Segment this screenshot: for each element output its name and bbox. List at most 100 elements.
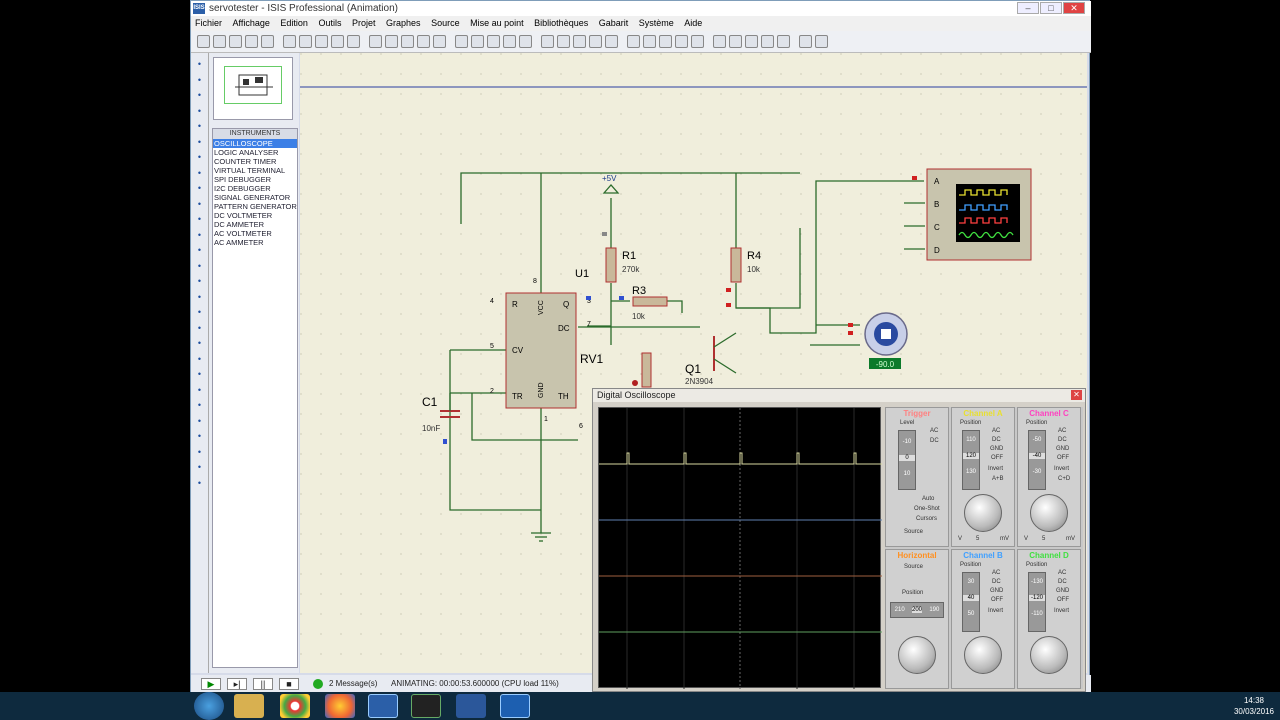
line-icon[interactable]: • (194, 292, 205, 302)
goto-sheet-icon[interactable] (761, 35, 774, 48)
make-device-icon[interactable] (627, 35, 640, 48)
trigger-oneshot-label[interactable]: One-Shot (914, 506, 940, 512)
channel-a-invert-label[interactable]: Invert (988, 466, 1003, 472)
channel-b-volts-knob[interactable] (964, 636, 1002, 674)
path-icon[interactable]: • (194, 354, 205, 364)
arc-icon[interactable]: • (194, 338, 205, 348)
menu-graphes[interactable]: Graphes (382, 16, 425, 31)
channel-b-dc-label[interactable]: DC (992, 579, 1001, 585)
save-file-icon[interactable] (229, 35, 242, 48)
import-icon[interactable] (245, 35, 258, 48)
junction-icon[interactable]: • (194, 90, 205, 100)
channel-c-invert-label[interactable]: Invert (1054, 466, 1069, 472)
channel-d-volts-knob[interactable] (1030, 636, 1068, 674)
channel-a-dc-label[interactable]: DC (992, 437, 1001, 443)
channel-b-invert-label[interactable]: Invert (988, 608, 1003, 614)
zoom-all-icon[interactable] (417, 35, 430, 48)
trigger-auto-label[interactable]: Auto (922, 496, 934, 502)
block-copy-icon[interactable] (541, 35, 554, 48)
trigger-cursors-label[interactable]: Cursors (916, 516, 937, 522)
isis-taskbar-icon[interactable] (368, 694, 398, 718)
cut-icon[interactable] (487, 35, 500, 48)
channel-a-apb-label[interactable]: A+B (992, 476, 1004, 482)
horizontal-position-spinner[interactable]: 210 200 190 (890, 602, 944, 618)
block-rotate-icon[interactable] (573, 35, 586, 48)
channel-b-ac-label[interactable]: AC (992, 570, 1000, 576)
step-button[interactable]: ▸| (227, 678, 247, 690)
wire-autorouter-icon[interactable] (675, 35, 688, 48)
subcircuit-icon[interactable]: • (194, 152, 205, 162)
property-assign-icon[interactable] (713, 35, 726, 48)
export-icon[interactable] (261, 35, 274, 48)
print-icon[interactable] (283, 35, 296, 48)
rotate-clockwise-icon[interactable]: • (194, 416, 205, 426)
resistor-r3[interactable] (632, 296, 668, 307)
instrument-item[interactable]: I2C DEBUGGER (213, 184, 297, 193)
channel-d-gnd-label[interactable]: GND (1056, 588, 1069, 594)
channel-c-cpd-label[interactable]: C+D (1058, 476, 1070, 482)
servo-motor[interactable] (864, 312, 908, 356)
block-move-icon[interactable] (557, 35, 570, 48)
instrument-item[interactable]: AC VOLTMETER (213, 229, 297, 238)
channel-b-gnd-label[interactable]: GND (990, 588, 1003, 594)
wire-label-icon[interactable]: • (194, 106, 205, 116)
word-icon[interactable] (456, 694, 486, 718)
current-probe-icon[interactable]: • (194, 261, 205, 271)
play-button[interactable]: ▶ (201, 678, 221, 690)
ares-icon[interactable] (500, 694, 530, 718)
minimize-button[interactable]: – (1017, 2, 1039, 14)
new-file-icon[interactable] (197, 35, 210, 48)
generator-icon[interactable]: • (194, 230, 205, 240)
redo-icon[interactable] (471, 35, 484, 48)
search-tag-icon[interactable] (691, 35, 704, 48)
rotate-anticlockwise-icon[interactable]: • (194, 431, 205, 441)
bus-icon[interactable]: • (194, 137, 205, 147)
open-file-icon[interactable] (213, 35, 226, 48)
channel-a-volts-knob[interactable] (964, 494, 1002, 532)
print-area-icon[interactable] (299, 35, 312, 48)
channel-a-ac-label[interactable]: AC (992, 428, 1000, 434)
origin-icon[interactable] (347, 35, 360, 48)
new-sheet-icon[interactable] (729, 35, 742, 48)
pause-button[interactable]: || (253, 678, 273, 690)
zoom-in-icon[interactable] (385, 35, 398, 48)
move-to-icon[interactable] (369, 35, 382, 48)
menu-gabarit[interactable]: Gabarit (595, 16, 633, 31)
channel-d-dc-label[interactable]: DC (1058, 579, 1067, 585)
copy-icon[interactable] (503, 35, 516, 48)
instrument-item[interactable]: DC VOLTMETER (213, 211, 297, 220)
component-icon[interactable]: • (194, 75, 205, 85)
mirror-y-icon[interactable]: • (194, 478, 205, 488)
grid-toggle-icon[interactable] (331, 35, 344, 48)
channel-c-volts-knob[interactable] (1030, 494, 1068, 532)
firefox-icon[interactable] (325, 694, 355, 718)
oscilloscope-component[interactable] (926, 168, 1032, 261)
instrument-item[interactable]: VIRTUAL TERMINAL (213, 166, 297, 175)
instrument-item[interactable]: SIGNAL GENERATOR (213, 193, 297, 202)
channel-c-position-spinner[interactable]: -50 -40 -30 (1028, 430, 1046, 490)
instrument-item[interactable]: SPI DEBUGGER (213, 175, 297, 184)
netlist-to-ares-icon[interactable] (815, 35, 828, 48)
menu-affichage[interactable]: Affichage (229, 16, 274, 31)
zoom-area-icon[interactable] (433, 35, 446, 48)
app-taskbar-icon[interactable] (411, 694, 441, 718)
menu-edition[interactable]: Edition (276, 16, 312, 31)
menu-aide[interactable]: Aide (680, 16, 706, 31)
refresh-icon[interactable] (315, 35, 328, 48)
decompose-icon[interactable] (659, 35, 672, 48)
channel-d-off-label[interactable]: OFF (1057, 597, 1069, 603)
channel-a-position-spinner[interactable]: 110 120 130 (962, 430, 980, 490)
text-script-icon[interactable]: • (194, 121, 205, 131)
maximize-button[interactable]: □ (1040, 2, 1062, 14)
trigger-level-spinner[interactable]: -10 0 10 (898, 430, 916, 490)
graph-icon[interactable]: • (194, 199, 205, 209)
channel-a-off-label[interactable]: OFF (991, 455, 1003, 461)
channel-b-position-spinner[interactable]: 30 40 50 (962, 572, 980, 632)
remove-sheet-icon[interactable] (745, 35, 758, 48)
channel-b-off-label[interactable]: OFF (991, 597, 1003, 603)
paste-icon[interactable] (519, 35, 532, 48)
text-icon[interactable]: • (194, 369, 205, 379)
menu-systeme[interactable]: Système (635, 16, 678, 31)
menu-fichier[interactable]: Fichier (191, 16, 226, 31)
zoom-out-icon[interactable] (401, 35, 414, 48)
